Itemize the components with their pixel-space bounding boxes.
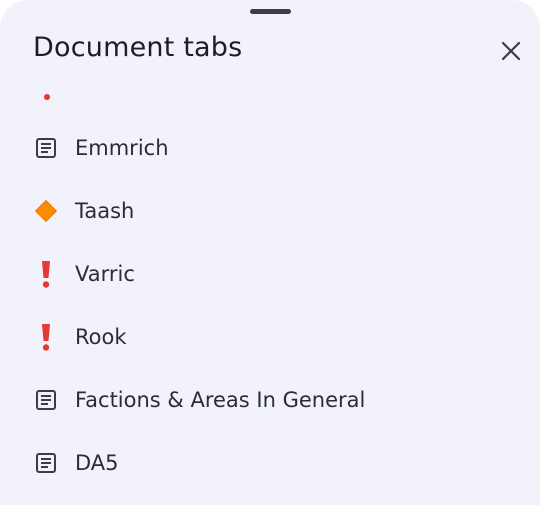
document-icon [33, 135, 59, 161]
tab-item-rook[interactable]: Rook [0, 309, 540, 365]
tab-item-taash[interactable]: Taash [0, 183, 540, 239]
partial-item-dot [44, 94, 50, 100]
tab-item-label: DA5 [75, 451, 119, 475]
red-exclamation-icon [33, 261, 59, 288]
tab-item-label: Emmrich [75, 136, 169, 160]
close-button[interactable] [496, 36, 526, 66]
tab-item-label: Rook [75, 325, 127, 349]
tab-item-label: Factions & Areas In General [75, 388, 366, 412]
tab-item-label: Varric [75, 262, 135, 286]
document-icon [33, 387, 59, 413]
document-tabs-sheet: Document tabs Emmrich Taash Varric Rook … [0, 0, 540, 505]
close-icon [501, 41, 521, 61]
tab-item-factions-areas[interactable]: Factions & Areas In General [0, 372, 540, 428]
sheet-title: Document tabs [33, 32, 243, 63]
tab-item-da5[interactable]: DA5 [0, 435, 540, 491]
orange-diamond-icon [33, 198, 59, 224]
tab-item-label: Taash [75, 199, 135, 223]
tab-item-varric[interactable]: Varric [0, 246, 540, 302]
tab-item-emmrich[interactable]: Emmrich [0, 120, 540, 176]
red-exclamation-icon [33, 324, 59, 351]
document-icon [33, 450, 59, 476]
drag-handle[interactable] [250, 9, 291, 14]
